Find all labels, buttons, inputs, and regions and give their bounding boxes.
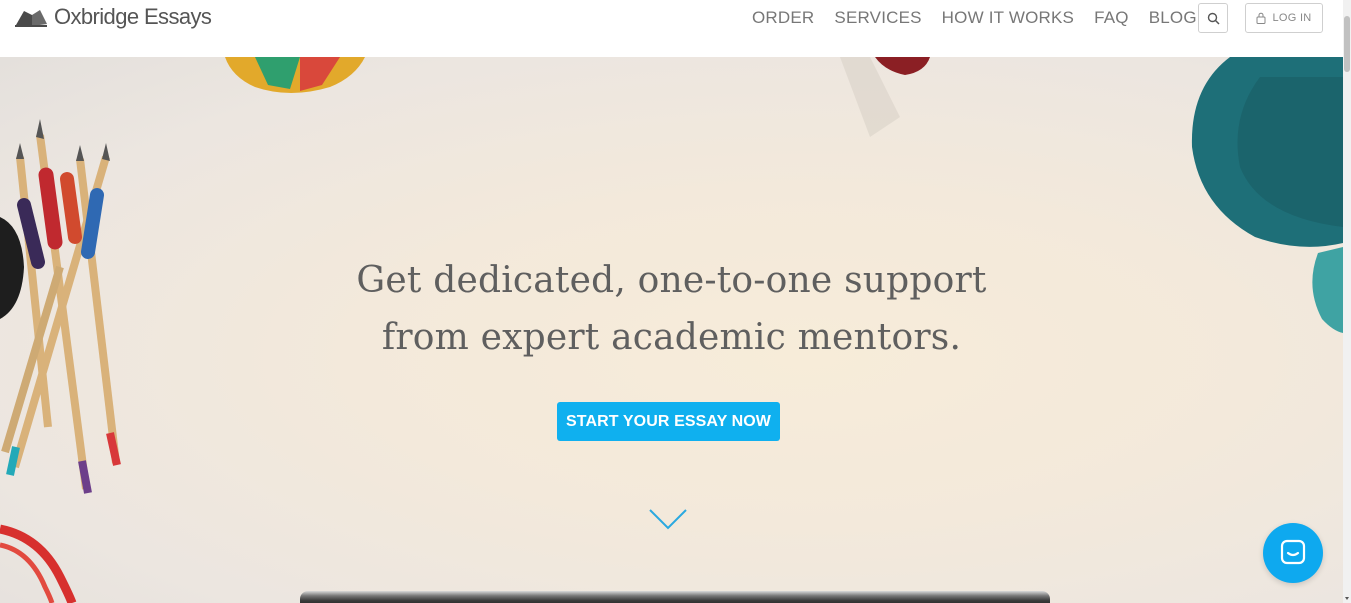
chevron-down-icon[interactable] bbox=[649, 508, 687, 530]
nav-services[interactable]: SERVICES bbox=[834, 8, 921, 28]
page-scrollbar[interactable] bbox=[1343, 0, 1351, 603]
login-button[interactable]: LOG IN bbox=[1245, 3, 1323, 33]
site-header: Oxbridge Essays ORDER SERVICES HOW IT WO… bbox=[0, 0, 1343, 57]
search-button[interactable] bbox=[1198, 3, 1228, 33]
start-essay-button[interactable]: START YOUR ESSAY NOW bbox=[557, 402, 780, 441]
logo[interactable]: Oxbridge Essays bbox=[14, 4, 212, 30]
logo-text: Oxbridge Essays bbox=[54, 4, 212, 29]
hero-headline-line2: from expert academic mentors. bbox=[381, 317, 962, 358]
search-icon bbox=[1207, 12, 1220, 25]
nav-blog[interactable]: BLOG bbox=[1149, 8, 1197, 28]
lock-icon bbox=[1256, 12, 1266, 24]
scroll-down-arrow-icon[interactable] bbox=[1345, 597, 1349, 600]
laptop-image bbox=[300, 591, 1050, 603]
scrollbar-thumb[interactable] bbox=[1344, 16, 1350, 72]
nav-faq[interactable]: FAQ bbox=[1094, 8, 1129, 28]
hero-section: Get dedicated, one-to-one support from e… bbox=[0, 57, 1343, 603]
login-label: LOG IN bbox=[1272, 12, 1312, 24]
page: Oxbridge Essays ORDER SERVICES HOW IT WO… bbox=[0, 0, 1351, 603]
chat-launcher-button[interactable] bbox=[1263, 523, 1323, 583]
chat-icon bbox=[1280, 539, 1306, 565]
nav-how-it-works[interactable]: HOW IT WORKS bbox=[942, 8, 1074, 28]
main-nav: ORDER SERVICES HOW IT WORKS FAQ BLOG bbox=[752, 8, 1197, 28]
nav-order[interactable]: ORDER bbox=[752, 8, 814, 28]
hero-headline: Get dedicated, one-to-one support from e… bbox=[0, 252, 1343, 366]
book-logo-icon bbox=[15, 10, 47, 27]
hero-headline-line1: Get dedicated, one-to-one support bbox=[356, 260, 987, 301]
